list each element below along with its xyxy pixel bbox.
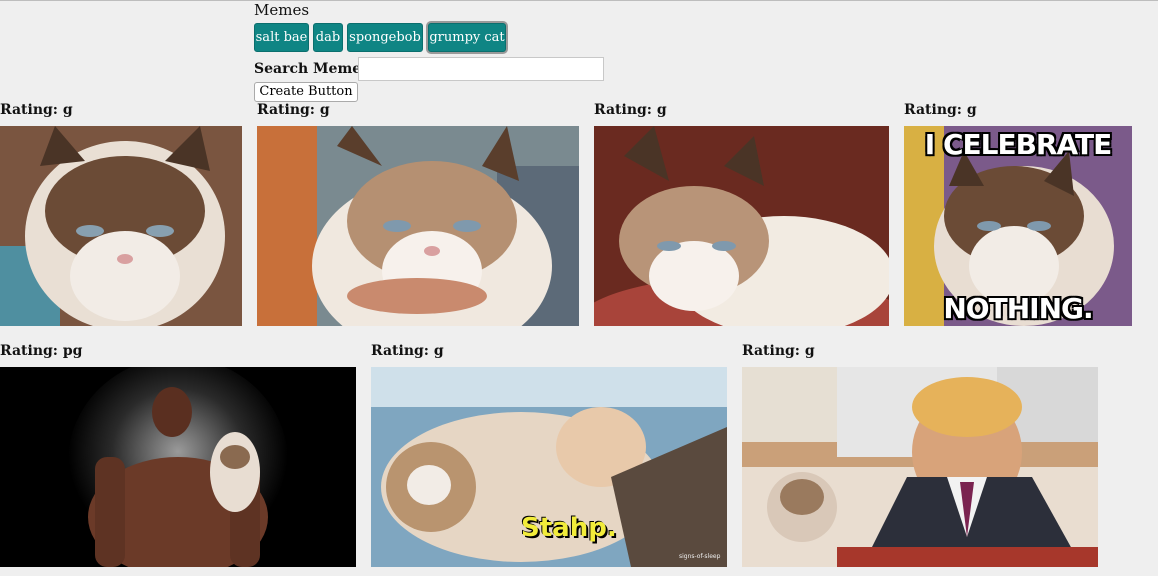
rating-label: Rating: pg [0, 343, 83, 359]
rating-label: Rating: g [0, 102, 73, 118]
grumpy-cat-gif[interactable] [594, 126, 889, 326]
rating-label: Rating: g [904, 102, 977, 118]
tag-button-salt-bae[interactable]: salt bae [254, 23, 309, 52]
grumpy-cat-gif[interactable] [0, 126, 242, 326]
search-input[interactable] [358, 57, 604, 81]
watermark: signs-of-sleep [679, 553, 721, 560]
rating-label: Rating: g [594, 102, 667, 118]
meme-caption-bottom: NOTHING. [943, 292, 1093, 325]
rating-label: Rating: g [371, 343, 444, 359]
meme-caption: Stahp. [521, 513, 617, 543]
create-button[interactable]: Create Button [254, 82, 358, 102]
muscle-man-cat-gif[interactable] [0, 367, 356, 567]
search-label: Search Memes [254, 61, 370, 77]
meme-caption-top: I CELEBRATE [924, 128, 1112, 161]
rating-label: Rating: g [257, 102, 330, 118]
man-with-grumpy-cat-gif[interactable] [742, 367, 1098, 567]
muscle-man-with-cat-image [0, 367, 356, 567]
grumpy-cat-gif[interactable] [257, 126, 579, 326]
grumpy-cat-gif[interactable]: Stahp. signs-of-sleep [371, 367, 727, 567]
tag-button-grumpy-cat[interactable]: grumpy cat [428, 23, 506, 52]
tag-button-spongebob[interactable]: spongebob [347, 23, 423, 52]
grumpy-cat-image [257, 126, 579, 326]
rating-label: Rating: g [742, 343, 815, 359]
tag-button-dab[interactable]: dab [313, 23, 343, 52]
man-with-grumpy-cat-image [742, 367, 1098, 567]
page-title: Memes [254, 1, 310, 19]
grumpy-cat-image [594, 126, 889, 326]
grumpy-cat-gif[interactable]: I CELEBRATE NOTHING. [904, 126, 1132, 326]
grumpy-cat-image [0, 126, 242, 326]
